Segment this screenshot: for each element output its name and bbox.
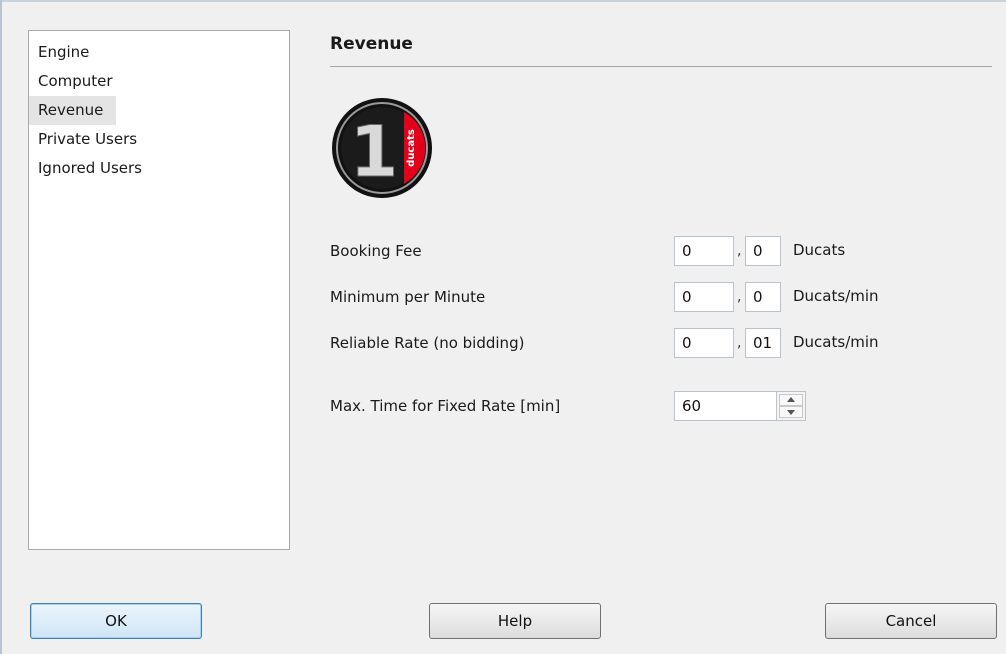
sidebar-item-computer[interactable]: Computer: [29, 67, 116, 96]
sidebar-item-private-users[interactable]: Private Users: [29, 125, 137, 154]
reliable-rate-frac-input[interactable]: [745, 328, 781, 358]
page-title: Revenue: [330, 34, 413, 54]
reliable-rate-label: Reliable Rate (no bidding): [330, 334, 525, 352]
max-time-spinner[interactable]: [776, 391, 806, 421]
min-per-minute-int-input[interactable]: [674, 282, 734, 312]
min-per-minute-unit: Ducats/min: [793, 287, 879, 305]
reliable-rate-int-input[interactable]: [674, 328, 734, 358]
sidebar-item-revenue[interactable]: Revenue: [29, 96, 116, 125]
help-button[interactable]: Help: [429, 603, 601, 639]
booking-fee-frac-input[interactable]: [745, 236, 781, 266]
ducats-coin-logo: 1 ducats: [332, 98, 432, 198]
window-left-border: [0, 0, 2, 654]
min-per-minute-decimal-sep: ,: [737, 289, 742, 305]
reliable-rate-unit: Ducats/min: [793, 333, 879, 351]
max-time-input[interactable]: [674, 391, 777, 421]
booking-fee-decimal-sep: ,: [737, 243, 742, 259]
spinner-down-arrow-icon[interactable]: [779, 406, 803, 418]
logo-text: ducats: [406, 129, 417, 167]
sidebar-item-ignored-users[interactable]: Ignored Users: [29, 154, 142, 183]
booking-fee-label: Booking Fee: [330, 242, 422, 260]
booking-fee-unit: Ducats: [793, 241, 846, 259]
cancel-button[interactable]: Cancel: [825, 603, 997, 639]
min-per-minute-frac-input[interactable]: [745, 282, 781, 312]
sidebar-item-engine[interactable]: Engine: [29, 38, 116, 67]
title-divider: [330, 66, 992, 67]
spinner-up-arrow-icon[interactable]: [779, 394, 803, 406]
min-per-minute-label: Minimum per Minute: [330, 288, 486, 306]
window-top-border: [0, 0, 1006, 2]
booking-fee-int-input[interactable]: [674, 236, 734, 266]
category-list[interactable]: Engine Computer Revenue Private Users Ig…: [28, 30, 290, 550]
max-time-label: Max. Time for Fixed Rate [min]: [330, 397, 561, 415]
reliable-rate-decimal-sep: ,: [737, 335, 742, 351]
logo-digit: 1: [350, 111, 399, 193]
ok-button[interactable]: OK: [30, 603, 202, 639]
